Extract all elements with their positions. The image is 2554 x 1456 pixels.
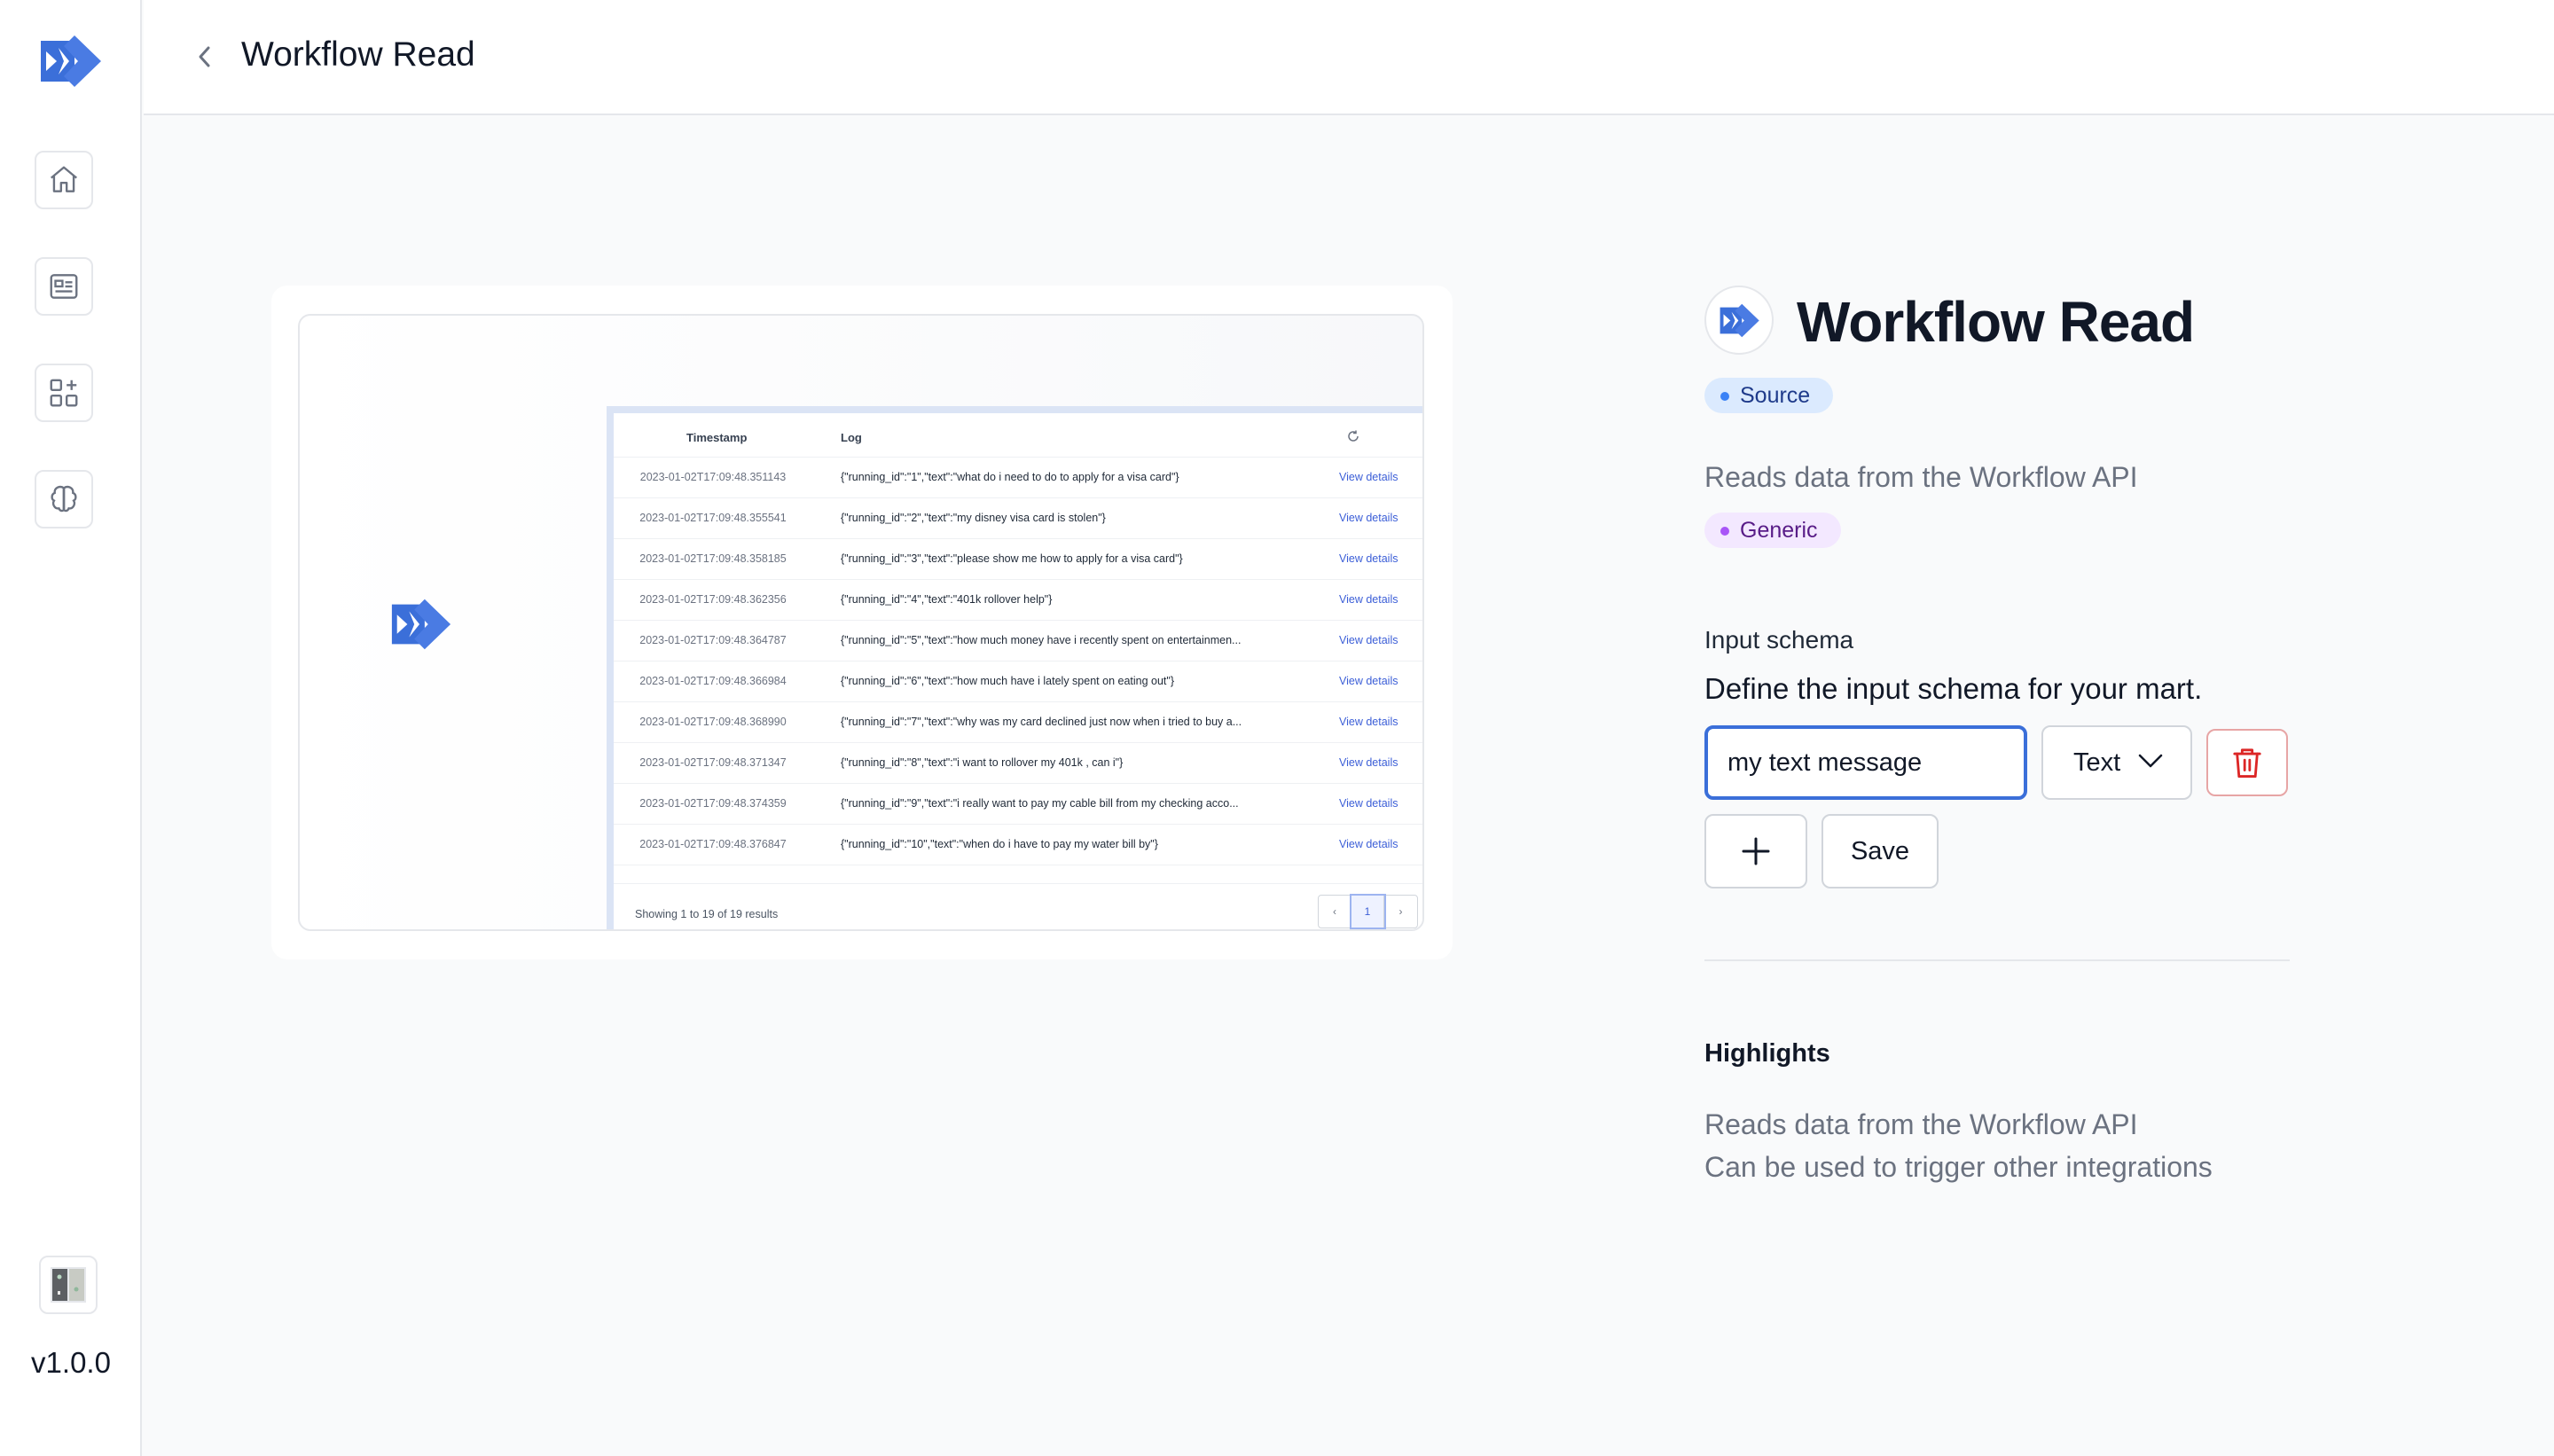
table-row: 2023-01-02T17:09:48.351143 {"running_id"… <box>614 458 1422 498</box>
column-header-log: Log <box>841 431 862 444</box>
view-details-link[interactable]: View details <box>1339 675 1398 687</box>
input-schema-label: Input schema <box>1704 626 1854 654</box>
integration-description: Reads data from the Workflow API <box>1704 461 2138 493</box>
view-details-link[interactable]: View details <box>1339 634 1398 646</box>
type-badge: Source <box>1704 378 1834 413</box>
view-details-link[interactable]: View details <box>1339 716 1398 728</box>
table-row: 2023-01-02T17:09:48.358185 {"running_id"… <box>614 539 1422 580</box>
row-timestamp: 2023-01-02T17:09:48.355541 <box>639 512 787 524</box>
schema-field-type-select[interactable]: Text <box>2041 725 2192 800</box>
preview-screenshot: Timestamp Log 2023-01-02T17:09:48.351143… <box>298 314 1424 931</box>
nav-models-button[interactable] <box>35 470 93 528</box>
pagination: ‹ 1 › <box>1318 894 1418 929</box>
table-row: 2023-01-02T17:09:48.368990 {"running_id"… <box>614 702 1422 743</box>
row-log: {"running_id":"3","text":"please show me… <box>841 552 1183 565</box>
row-log: {"running_id":"7","text":"why was my car… <box>841 716 1242 728</box>
schema-field-name-input[interactable] <box>1704 725 2027 800</box>
refresh-icon <box>1348 430 1359 442</box>
row-timestamp: 2023-01-02T17:09:48.368990 <box>639 716 787 728</box>
row-timestamp: 2023-01-02T17:09:48.364787 <box>639 634 787 646</box>
view-details-link[interactable]: View details <box>1339 797 1398 810</box>
back-button[interactable] <box>190 41 220 73</box>
trash-icon <box>2233 748 2261 778</box>
row-timestamp: 2023-01-02T17:09:48.376847 <box>639 838 787 850</box>
app-logo-icon[interactable] <box>37 32 103 90</box>
row-log: {"running_id":"4","text":"401k rollover … <box>841 593 1053 606</box>
view-details-link[interactable]: View details <box>1339 838 1398 850</box>
integration-logo <box>1704 286 1774 355</box>
table-row: 2023-01-02T17:09:48.371347 {"running_id"… <box>614 743 1422 784</box>
highlights-title: Highlights <box>1704 1039 1830 1068</box>
pager-next-button[interactable]: › <box>1384 896 1417 928</box>
row-timestamp: 2023-01-02T17:09:48.371347 <box>639 756 787 769</box>
table-row: 2023-01-02T17:09:48.374359 {"running_id"… <box>614 784 1422 825</box>
row-timestamp: 2023-01-02T17:09:48.351143 <box>639 471 787 483</box>
schema-field-type-value: Text <box>2073 748 2121 777</box>
row-log: {"running_id":"1","text":"what do i need… <box>841 471 1179 483</box>
view-details-link[interactable]: View details <box>1339 512 1398 524</box>
table-row: 2023-01-02T17:09:48.362356 {"running_id"… <box>614 580 1422 621</box>
app-version: v1.0.0 <box>31 1346 111 1379</box>
preview-card: Timestamp Log 2023-01-02T17:09:48.351143… <box>271 286 1453 959</box>
brain-icon <box>51 485 77 513</box>
row-log: {"running_id":"10","text":"when do i hav… <box>841 838 1158 850</box>
table-header: Timestamp Log <box>614 413 1422 458</box>
row-timestamp: 2023-01-02T17:09:48.362356 <box>639 593 787 606</box>
row-log: {"running_id":"9","text":"i really want … <box>841 797 1239 810</box>
input-schema-help: Define the input schema for your mart. <box>1704 672 2203 705</box>
preview-logo-icon <box>388 595 452 657</box>
integration-title: Workflow Read <box>1797 290 2195 354</box>
pager-page-button[interactable]: 1 <box>1350 894 1386 929</box>
row-log: {"running_id":"2","text":"my disney visa… <box>841 512 1106 524</box>
view-details-link[interactable]: View details <box>1339 552 1398 565</box>
table-row: 2023-01-02T17:09:48.376847 {"running_id"… <box>614 825 1422 865</box>
row-timestamp: 2023-01-02T17:09:48.358185 <box>639 552 787 565</box>
row-timestamp: 2023-01-02T17:09:48.374359 <box>639 797 787 810</box>
table-row: 2023-01-02T17:09:48.364787 {"running_id"… <box>614 621 1422 661</box>
column-header-timestamp: Timestamp <box>686 431 748 444</box>
plus-icon <box>1742 837 1770 865</box>
preview-log-table: Timestamp Log 2023-01-02T17:09:48.351143… <box>607 406 1422 929</box>
view-details-link[interactable]: View details <box>1339 471 1398 483</box>
page-header: Workflow Read <box>144 0 2554 115</box>
row-log: {"running_id":"5","text":"how much money… <box>841 634 1242 646</box>
results-count: Showing 1 to 19 of 19 results <box>635 908 779 920</box>
pager-prev-button[interactable]: ‹ <box>1319 896 1351 928</box>
section-divider <box>1704 959 2290 961</box>
highlight-item: Can be used to trigger other integration… <box>1704 1151 2213 1183</box>
view-details-link[interactable]: View details <box>1339 756 1398 769</box>
category-badge: Generic <box>1704 513 1841 548</box>
row-timestamp: 2023-01-02T17:09:48.366984 <box>639 675 787 687</box>
delete-field-button[interactable] <box>2206 729 2288 796</box>
chevron-down-icon <box>2138 754 2163 768</box>
sidebar: v1.0.0 <box>0 0 142 1456</box>
nav-home-button[interactable] <box>35 151 93 209</box>
view-details-link[interactable]: View details <box>1339 593 1398 606</box>
nav-apps-button[interactable] <box>35 364 93 422</box>
user-avatar[interactable] <box>39 1256 98 1314</box>
chevron-left-icon <box>199 46 210 67</box>
apps-add-icon <box>50 379 78 407</box>
table-row: 2023-01-02T17:09:48.355541 {"running_id"… <box>614 498 1422 539</box>
add-field-button[interactable] <box>1704 814 1807 888</box>
home-icon <box>50 166 78 192</box>
id-card-icon <box>50 274 78 299</box>
page-title: Workflow Read <box>241 35 475 74</box>
table-footer: Showing 1 to 19 of 19 results ‹ 1 › <box>614 883 1422 929</box>
save-button[interactable]: Save <box>1821 814 1939 888</box>
table-row: 2023-01-02T17:09:48.366984 {"running_id"… <box>614 661 1422 702</box>
row-log: {"running_id":"6","text":"how much have … <box>841 675 1175 687</box>
highlight-item: Reads data from the Workflow API <box>1704 1108 2138 1140</box>
integration-logo-icon <box>1720 303 1759 337</box>
nav-sources-button[interactable] <box>35 257 93 316</box>
row-log: {"running_id":"8","text":"i want to roll… <box>841 756 1124 769</box>
